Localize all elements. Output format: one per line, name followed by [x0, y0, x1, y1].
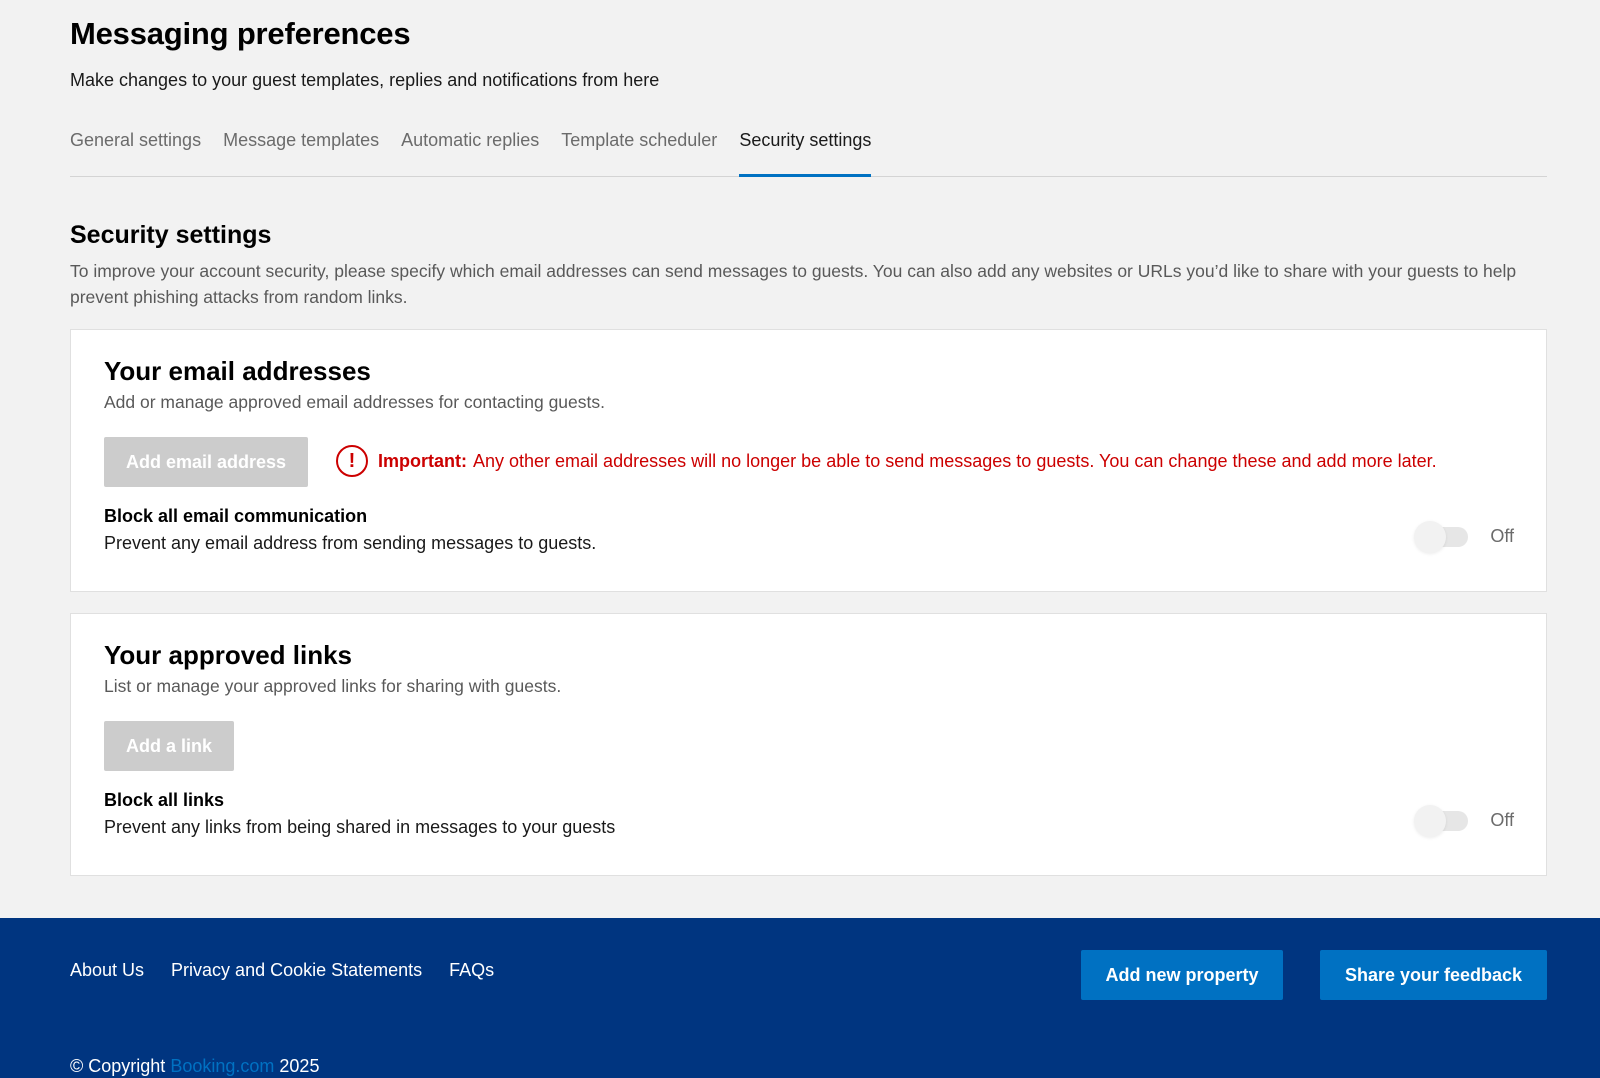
copyright-brand-link[interactable]: Booking.com — [170, 1056, 274, 1076]
section-title: Security settings — [70, 221, 272, 249]
block-links-toggle-group: Off — [1414, 804, 1514, 837]
block-links-label: Block all links — [104, 790, 225, 810]
important-warning: ! Important: Any other email addresses w… — [336, 445, 1437, 477]
block-email-toggle[interactable] — [1414, 520, 1469, 553]
footer-link-about-us[interactable]: About Us — [70, 960, 144, 981]
exclamation-icon: ! — [336, 445, 368, 477]
add-email-address-button[interactable]: Add email address — [104, 437, 309, 487]
footer: About Us Privacy and Cookie Statements F… — [0, 918, 1600, 1078]
section-description: To improve your account security, please… — [70, 261, 1517, 307]
tab-general-settings[interactable]: General settings — [70, 118, 201, 177]
approved-links-card: Your approved links List or manage your … — [70, 613, 1547, 876]
block-email-label: Block all email communication — [104, 506, 368, 526]
add-link-button[interactable]: Add a link — [104, 721, 235, 771]
copyright-year: 2025 — [279, 1056, 320, 1076]
tab-message-templates[interactable]: Message templates — [223, 118, 379, 177]
email-card-title: Your email addresses — [104, 356, 371, 386]
block-email-toggle-group: Off — [1414, 520, 1514, 553]
email-card-description: Add or manage approved email addresses f… — [104, 392, 605, 412]
block-links-toggle[interactable] — [1414, 804, 1469, 837]
copyright-prefix: © Copyright — [70, 1056, 166, 1076]
warning-text: Any other email addresses will no longer… — [473, 450, 1437, 471]
toggle-knob — [1414, 804, 1447, 837]
share-feedback-button[interactable]: Share your feedback — [1320, 950, 1547, 1000]
tab-automatic-replies[interactable]: Automatic replies — [401, 118, 539, 177]
links-card-title: Your approved links — [104, 640, 353, 670]
page-subtitle: Make changes to your guest templates, re… — [70, 70, 660, 90]
warning-label: Important: — [378, 450, 467, 471]
toggle-state: Off — [1490, 526, 1514, 546]
tab-bar: General settings Message templates Autom… — [70, 118, 1547, 177]
block-email-description: Prevent any email address from sending m… — [104, 533, 597, 553]
tab-template-scheduler[interactable]: Template scheduler — [561, 118, 717, 177]
email-addresses-card: Your email addresses Add or manage appro… — [70, 329, 1547, 592]
add-new-property-button[interactable]: Add new property — [1081, 950, 1283, 1000]
toggle-knob — [1414, 520, 1447, 553]
page-title: Messaging preferences — [70, 16, 411, 51]
copyright: © Copyright Booking.com 2025 — [70, 1056, 319, 1077]
footer-link-privacy[interactable]: Privacy and Cookie Statements — [171, 960, 422, 981]
tab-security-settings[interactable]: Security settings — [739, 118, 872, 177]
toggle-state: Off — [1490, 810, 1514, 830]
footer-link-faqs[interactable]: FAQs — [449, 960, 494, 981]
links-card-description: List or manage your approved links for s… — [104, 676, 562, 696]
block-links-description: Prevent any links from being shared in m… — [104, 817, 616, 837]
footer-links: About Us Privacy and Cookie Statements F… — [70, 960, 521, 981]
